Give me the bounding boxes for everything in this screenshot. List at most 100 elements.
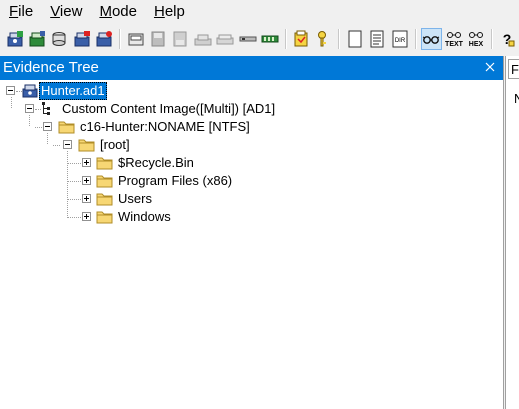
tree-connector — [67, 151, 69, 218]
tree-connector — [67, 163, 81, 165]
folder-icon — [96, 175, 113, 188]
evidence-tree-panel: Evidence Tree Hunter.ad1 Custom Content … — [0, 56, 504, 409]
export-disk-image-button[interactable] — [147, 28, 168, 50]
menu-mode[interactable]: Mode — [90, 0, 145, 24]
decrypt-ad1-icon — [261, 35, 279, 43]
toolbar-separator — [490, 29, 493, 49]
decrypt-ad1-button[interactable] — [259, 28, 280, 50]
directory-view-button[interactable]: DIR — [389, 28, 410, 50]
ftk-imager-window: File View Mode Help DIR TEXT HEX ? Evide… — [0, 0, 519, 409]
folder-icon — [96, 193, 113, 206]
add-all-evidence-icon — [29, 31, 46, 47]
collapse-toggle[interactable] — [63, 140, 72, 149]
verify-drive-icon — [239, 36, 257, 42]
export-disk-image-icon — [151, 31, 165, 47]
close-icon — [485, 62, 495, 72]
detect-encrypted-icon — [216, 34, 234, 45]
close-panel-button[interactable] — [483, 60, 497, 74]
tree-node-label: [root] — [100, 137, 130, 152]
tree-node-label: Users — [118, 191, 152, 206]
remove-evidence-icon — [74, 31, 90, 47]
verify-drive-button[interactable] — [237, 28, 258, 50]
menu-file[interactable]: File — [0, 0, 41, 24]
hex-mode-icon: HEX — [469, 32, 484, 48]
file-list-tab[interactable]: Fi — [508, 59, 519, 79]
text-mode-label: TEXT — [445, 41, 464, 48]
tree-node-root-folder[interactable]: [root] — [78, 136, 132, 154]
collapse-toggle[interactable] — [6, 86, 15, 95]
tree-node-program-files[interactable]: Program Files (x86) — [96, 172, 234, 190]
collapse-toggle[interactable] — [25, 104, 34, 113]
image-mounting-button[interactable] — [49, 28, 70, 50]
add-evidence-button[interactable] — [4, 28, 25, 50]
help-button[interactable]: ? — [497, 28, 518, 50]
expand-toggle[interactable] — [82, 212, 91, 221]
folder-icon — [78, 139, 95, 152]
text-view-button[interactable] — [344, 28, 365, 50]
menu-view[interactable]: View — [41, 0, 90, 24]
remove-evidence-button[interactable] — [71, 28, 92, 50]
remove-all-evidence-icon — [96, 31, 113, 47]
add-evidence-icon — [7, 31, 23, 47]
directory-view-icon: DIR — [392, 30, 408, 48]
image-mounting-icon — [52, 32, 66, 46]
capture-memory-button[interactable] — [170, 28, 191, 50]
text-mode-button[interactable]: TEXT — [443, 28, 464, 50]
text-mode-icon: TEXT — [445, 32, 464, 48]
tree-connector — [53, 145, 60, 147]
tree-connector — [67, 181, 81, 183]
folder-icon — [96, 211, 113, 224]
tree-node-evidence[interactable]: Hunter.ad1 — [22, 82, 107, 100]
tree-connector — [67, 199, 81, 201]
tree-node-label: Hunter.ad1 — [39, 82, 107, 100]
tree-connector — [67, 217, 81, 219]
tree-node-label: c16-Hunter:NONAME [NTFS] — [80, 119, 250, 134]
evidence-tree[interactable]: Hunter.ad1 Custom Content Image([Multi])… — [0, 82, 503, 402]
help-icon: ? — [503, 31, 515, 47]
detect-encrypted-button[interactable] — [214, 28, 235, 50]
tree-node-recycle-bin[interactable]: $Recycle.Bin — [96, 154, 196, 172]
svg-text:DIR: DIR — [395, 38, 406, 44]
toolbar-separator — [414, 29, 417, 49]
tree-node-image[interactable]: Custom Content Image([Multi]) [AD1] — [40, 100, 277, 118]
custom-content-key-icon — [317, 31, 326, 47]
hex-mode-label: HEX — [469, 41, 484, 48]
expand-toggle[interactable] — [82, 194, 91, 203]
expand-toggle[interactable] — [82, 176, 91, 185]
custom-content-key-button[interactable] — [313, 28, 334, 50]
auto-view-button[interactable] — [420, 28, 442, 50]
capture-memory-icon — [173, 31, 187, 47]
tree-connector — [11, 97, 13, 108]
tree-connector — [47, 133, 49, 144]
tree-node-label: $Recycle.Bin — [118, 155, 194, 170]
toolbar-separator — [118, 29, 121, 49]
add-to-custom-content-button[interactable] — [291, 28, 312, 50]
toolbar-separator — [284, 29, 287, 49]
folder-icon — [96, 157, 113, 170]
natural-view-icon — [370, 30, 384, 48]
evidence-tree-title: Evidence Tree — [3, 59, 99, 76]
tree-node-label: Windows — [118, 209, 171, 224]
collapse-toggle[interactable] — [43, 122, 52, 131]
tree-node-partition[interactable]: c16-Hunter:NONAME [NTFS] — [58, 118, 252, 136]
tree-connector — [29, 115, 31, 126]
natural-view-button[interactable] — [367, 28, 388, 50]
tree-node-label: Program Files (x86) — [118, 173, 233, 188]
hex-mode-button[interactable]: HEX — [465, 28, 486, 50]
tree-node-users[interactable]: Users — [96, 190, 154, 208]
text-view-icon — [348, 30, 362, 48]
expand-toggle[interactable] — [82, 158, 91, 167]
auto-view-icon — [423, 36, 440, 44]
add-all-evidence-button[interactable] — [26, 28, 47, 50]
custom-content-image-icon — [42, 102, 50, 115]
create-disk-image-icon — [128, 33, 144, 46]
obtain-protected-files-button[interactable] — [192, 28, 213, 50]
file-list-column-header: N — [514, 91, 519, 106]
folder-icon — [58, 121, 75, 134]
create-disk-image-button[interactable] — [125, 28, 146, 50]
tree-connector — [35, 127, 42, 129]
remove-all-evidence-button[interactable] — [94, 28, 115, 50]
tree-node-windows[interactable]: Windows — [96, 208, 173, 226]
menu-help[interactable]: Help — [145, 0, 193, 24]
evidence-disk-icon — [22, 84, 38, 98]
